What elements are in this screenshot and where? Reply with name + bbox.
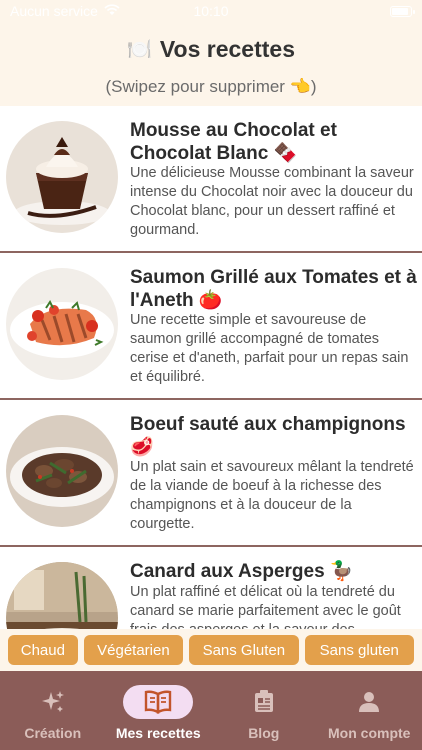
swipe-hint: (Swipez pour supprimer 👈): [105, 77, 317, 96]
filter-bar: Chaud Végétarien Sans Gluten Sans gluten: [0, 629, 422, 671]
filter-chip-vegetarien[interactable]: Végétarien: [83, 635, 184, 665]
wifi-icon: [104, 3, 120, 19]
plate-icon: 🍽️: [127, 39, 152, 61]
filter-chip-chaud[interactable]: Chaud: [8, 635, 78, 665]
tab-bar: Création Mes recettes Blog Mon compte: [0, 671, 422, 750]
recipe-card[interactable]: Mousse au Chocolat et Chocolat Blanc 🍫 U…: [0, 106, 422, 253]
recipe-list[interactable]: Mousse au Chocolat et Chocolat Blanc 🍫 U…: [0, 106, 422, 629]
open-book-icon: [123, 685, 194, 719]
recipe-description: Un plat raffiné et délicat où la tendret…: [130, 584, 401, 629]
sparkles-icon: [18, 685, 88, 719]
battery-icon: [390, 5, 415, 17]
recipe-card[interactable]: Canard aux Asperges 🦆 Un plat raffiné et…: [0, 547, 422, 629]
recipe-description: Une délicieuse Mousse combinant la saveu…: [130, 165, 414, 238]
recipe-image-chocolate-mousse: [6, 121, 118, 233]
carrier-label: Aucun service: [10, 3, 98, 19]
tab-blog[interactable]: Blog: [211, 671, 317, 750]
tab-label: Blog: [248, 725, 280, 741]
page-title-text: Vos recettes: [159, 36, 295, 62]
recipe-title: Saumon Grillé aux Tomates et à l'Aneth 🍅: [130, 267, 417, 311]
recipe-card[interactable]: Boeuf sauté aux champignons 🥩 Un plat sa…: [0, 400, 422, 547]
recipe-image-grilled-salmon: [6, 268, 118, 380]
tab-label: Mes recettes: [115, 725, 201, 741]
header: 🍽️ Vos recettes (Swipez pour supprimer 👈…: [0, 22, 422, 106]
person-icon: [334, 685, 404, 719]
tab-mon-compte[interactable]: Mon compte: [317, 671, 422, 750]
recipe-card[interactable]: Saumon Grillé aux Tomates et à l'Aneth 🍅…: [0, 253, 422, 400]
tab-creation[interactable]: Création: [0, 671, 106, 750]
recipe-image-duck-asparagus: [6, 562, 118, 629]
status-bar: Aucun service 10:10: [0, 0, 422, 22]
tab-label: Création: [24, 725, 82, 741]
newspaper-icon: [229, 685, 299, 719]
tab-label: Mon compte: [328, 725, 411, 741]
recipe-title: Mousse au Chocolat et Chocolat Blanc 🍫: [130, 120, 337, 164]
tab-mes-recettes[interactable]: Mes recettes: [106, 671, 212, 750]
recipe-description: Une recette simple et savoureuse de saum…: [130, 312, 409, 385]
status-time: 10:10: [193, 3, 229, 19]
page-title: 🍽️ Vos recettes: [0, 36, 422, 63]
recipe-image-beef-mushrooms: [6, 415, 118, 527]
filter-chip-sans-gluten[interactable]: Sans Gluten: [189, 635, 299, 665]
recipe-title: Boeuf sauté aux champignons 🥩: [130, 414, 406, 458]
filter-chip-sans-gluten-2[interactable]: Sans gluten: [304, 635, 414, 665]
recipe-title: Canard aux Asperges 🦆: [130, 561, 354, 582]
recipe-description: Un plat sain et savoureux mêlant la tend…: [130, 459, 414, 532]
